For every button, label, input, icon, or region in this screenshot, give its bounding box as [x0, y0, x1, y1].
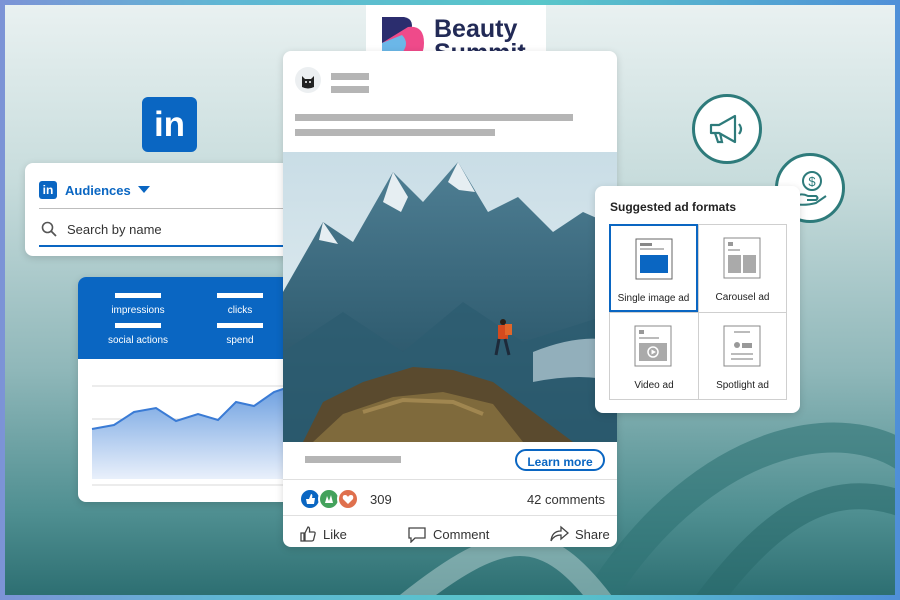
- search-input[interactable]: Search by name: [41, 221, 162, 237]
- analytics-card: impressions clicks social actions spend: [78, 277, 306, 502]
- comment-count[interactable]: 42 comments: [527, 492, 605, 507]
- reactions[interactable]: 309: [299, 488, 392, 510]
- share-icon: [550, 525, 569, 542]
- format-label: Single image ad: [617, 293, 690, 304]
- metric-label: social actions: [107, 335, 169, 346]
- divider: [283, 479, 617, 480]
- metric-social-actions: social actions: [88, 323, 188, 346]
- search-icon: [41, 221, 57, 237]
- placeholder-line: [295, 129, 495, 136]
- metrics-header: impressions clicks social actions spend: [78, 277, 306, 359]
- placeholder-line: [331, 73, 369, 80]
- metric-impressions: impressions: [88, 293, 188, 316]
- format-label: Spotlight ad: [716, 380, 769, 391]
- share-label: Share: [575, 526, 610, 542]
- ad-formats-card: Suggested ad formats Single image ad Car…: [595, 186, 800, 413]
- like-label: Like: [323, 526, 347, 542]
- ad-formats-grid: Single image ad Carousel ad Video ad Spo…: [609, 224, 787, 400]
- avatar[interactable]: [295, 67, 321, 93]
- reaction-count: 309: [370, 491, 392, 507]
- metric-label: clicks: [227, 305, 253, 316]
- metric-label: impressions: [111, 305, 165, 316]
- format-label: Carousel ad: [715, 292, 770, 303]
- page-frame: Beauty Summit in in Audiences Search by …: [0, 0, 900, 600]
- single-image-ad-icon: [635, 238, 673, 280]
- carousel-ad-icon: [723, 237, 761, 279]
- placeholder-line: [331, 86, 369, 93]
- post-card: Learn more 309 42 comments Like Comment …: [283, 51, 617, 547]
- search-underline: [39, 245, 289, 247]
- cat-avatar-icon: [302, 76, 314, 89]
- brand-line1: Beauty: [434, 15, 518, 43]
- learn-more-button[interactable]: Learn more: [515, 449, 605, 471]
- metric-clicks: clicks: [190, 293, 290, 316]
- canvas: Beauty Summit in in Audiences Search by …: [5, 5, 895, 595]
- format-single-image[interactable]: Single image ad: [609, 224, 698, 312]
- search-placeholder: Search by name: [67, 221, 162, 237]
- format-carousel[interactable]: Carousel ad: [698, 225, 786, 312]
- trend-chart: [91, 385, 293, 486]
- video-ad-icon: [634, 325, 672, 367]
- post-image: [283, 152, 617, 442]
- share-button[interactable]: Share: [549, 525, 610, 543]
- divider: [39, 208, 289, 209]
- like-button[interactable]: Like: [299, 525, 347, 543]
- spotlight-ad-icon: [723, 325, 761, 367]
- comment-button[interactable]: Comment: [407, 525, 489, 543]
- comment-icon: [408, 527, 426, 543]
- metric-spend: spend: [190, 323, 290, 346]
- placeholder-line: [295, 114, 573, 121]
- audiences-dropdown[interactable]: in Audiences: [39, 181, 150, 199]
- caret-down-icon: [137, 186, 150, 193]
- audiences-card: in Audiences Search by name: [25, 163, 306, 256]
- format-video[interactable]: Video ad: [610, 312, 698, 399]
- metric-label: spend: [226, 335, 254, 346]
- megaphone-icon: [709, 114, 743, 144]
- comment-label: Comment: [433, 526, 490, 542]
- ad-formats-title: Suggested ad formats: [610, 200, 737, 214]
- audiences-title: Audiences: [65, 182, 131, 198]
- linkedin-logo: in: [142, 97, 197, 152]
- love-reaction-icon: [337, 488, 359, 510]
- svg-text:$: $: [808, 174, 816, 189]
- placeholder-line: [305, 456, 401, 463]
- format-spotlight[interactable]: Spotlight ad: [698, 312, 786, 399]
- linkedin-mini-logo: in: [39, 181, 57, 199]
- megaphone-badge: [692, 94, 762, 164]
- like-icon: [300, 526, 316, 542]
- format-label: Video ad: [634, 380, 674, 391]
- divider: [283, 515, 617, 516]
